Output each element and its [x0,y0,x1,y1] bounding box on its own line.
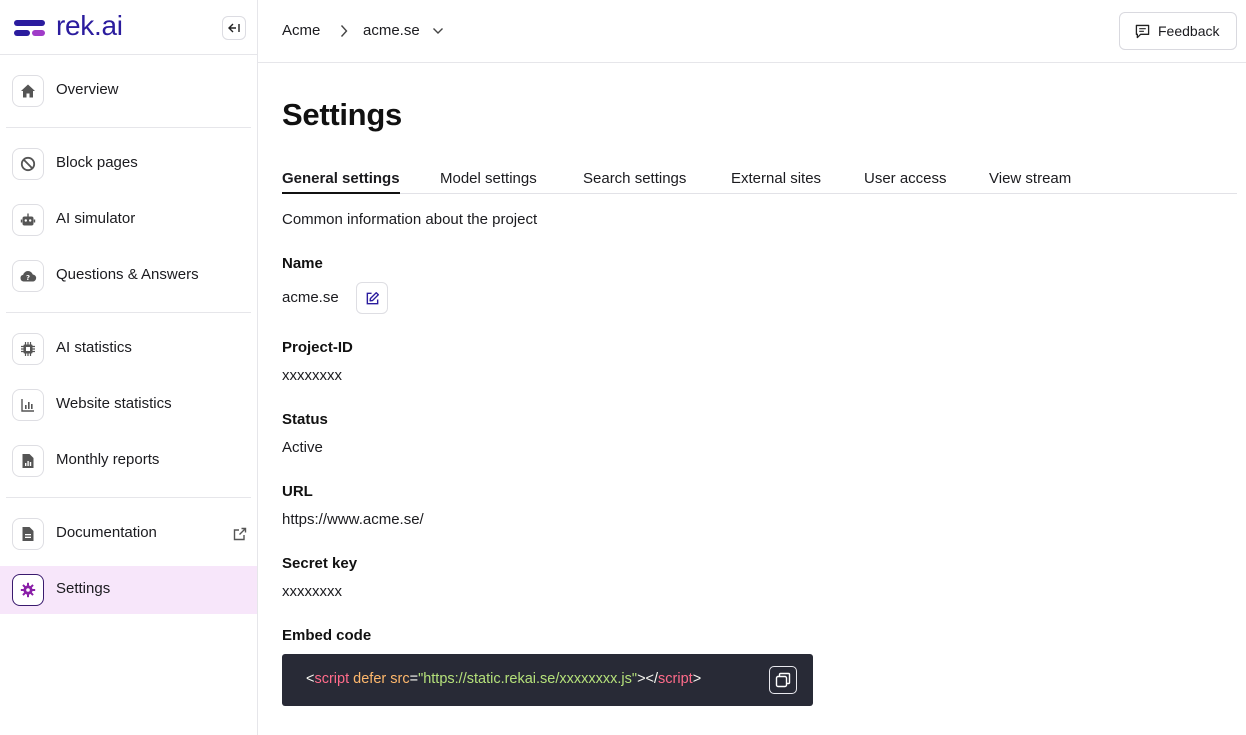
sidebar-divider [6,127,251,128]
sidebar-item-label: Documentation [56,524,157,541]
sidebar-item-label: Settings [56,580,111,597]
copy-icon [775,672,791,688]
document-icon [22,527,34,541]
section-description: Common information about the project [282,211,538,228]
sidebar-item-website-statistics[interactable]: Website statistics [0,381,257,429]
sidebar-item-documentation[interactable]: Documentation [0,510,257,558]
robot-icon [20,213,36,226]
sidebar-item-label: Website statistics [56,395,172,412]
embed-code-block: <script defer src="https://static.rekai.… [282,654,813,706]
secret-key-value: xxxxxxxx [282,583,342,600]
feedback-label: Feedback [1158,23,1220,39]
status-label: Status [282,411,328,428]
chevron-down-icon[interactable] [432,25,444,37]
sidebar: rek.ai Overview Block pages AI simulator… [0,0,258,735]
brand-name: rek.ai [56,10,123,41]
sidebar-item-label: AI statistics [56,339,132,356]
tab-general-settings[interactable]: General settings [282,170,400,194]
feedback-button[interactable]: Feedback [1119,12,1237,50]
gear-icon [20,582,36,598]
embed-code-label: Embed code [282,627,372,644]
collapse-left-icon [228,23,240,33]
edit-icon [366,291,379,304]
secret-key-label: Secret key [282,555,358,572]
sidebar-item-settings[interactable]: Settings [0,566,257,614]
report-icon [22,454,34,468]
copy-embed-code-button[interactable] [769,666,797,694]
home-icon [21,84,35,98]
collapse-sidebar-button[interactable] [222,16,246,40]
block-icon [20,156,36,172]
sidebar-item-overview[interactable]: Overview [0,67,257,115]
sidebar-item-block-pages[interactable]: Block pages [0,140,257,188]
tab-view-stream[interactable]: View stream [989,170,1071,194]
brand-header: rek.ai [0,0,257,55]
breadcrumb-current[interactable]: acme.se [363,22,420,39]
project-id-label: Project-ID [282,339,353,356]
topbar: Acme acme.se Feedback [258,0,1246,63]
page-title: Settings [282,97,402,132]
sidebar-item-label: Questions & Answers [56,266,199,283]
chip-icon [21,342,35,356]
tab-external-sites[interactable]: External sites [731,170,821,194]
bar-chart-icon [21,399,34,412]
sidebar-item-monthly-reports[interactable]: Monthly reports [0,437,257,485]
sidebar-divider [6,497,251,498]
sidebar-item-label: Monthly reports [56,451,160,468]
sidebar-divider [6,312,251,313]
cloud-question-icon: ? [20,271,37,282]
status-value: Active [282,439,323,456]
tab-search-settings[interactable]: Search settings [583,170,686,194]
tab-user-access[interactable]: User access [864,170,947,194]
sidebar-item-label: Overview [56,81,119,98]
sidebar-item-ai-simulator[interactable]: AI simulator [0,196,257,244]
project-id-value: xxxxxxxx [282,367,342,384]
edit-name-button[interactable] [356,282,388,314]
sidebar-item-ai-statistics[interactable]: AI statistics [0,325,257,373]
comment-icon [1135,24,1150,38]
settings-tabs: General settings Model settings Search s… [282,170,1237,194]
external-link-icon [233,527,247,541]
url-value: https://www.acme.se/ [282,511,424,528]
chevron-right-icon [340,25,348,37]
sidebar-item-label: Block pages [56,154,138,171]
svg-text:?: ? [26,274,30,282]
breadcrumb-root[interactable]: Acme [282,22,320,39]
embed-code-line: <script defer src="https://static.rekai.… [306,671,702,687]
sidebar-item-label: AI simulator [56,210,136,227]
tab-model-settings[interactable]: Model settings [440,170,537,194]
rekai-logo-icon [14,20,45,37]
sidebar-item-questions-answers[interactable]: ? Questions & Answers [0,252,257,300]
url-label: URL [282,483,313,500]
name-value: acme.se [282,289,339,306]
name-label: Name [282,255,323,272]
